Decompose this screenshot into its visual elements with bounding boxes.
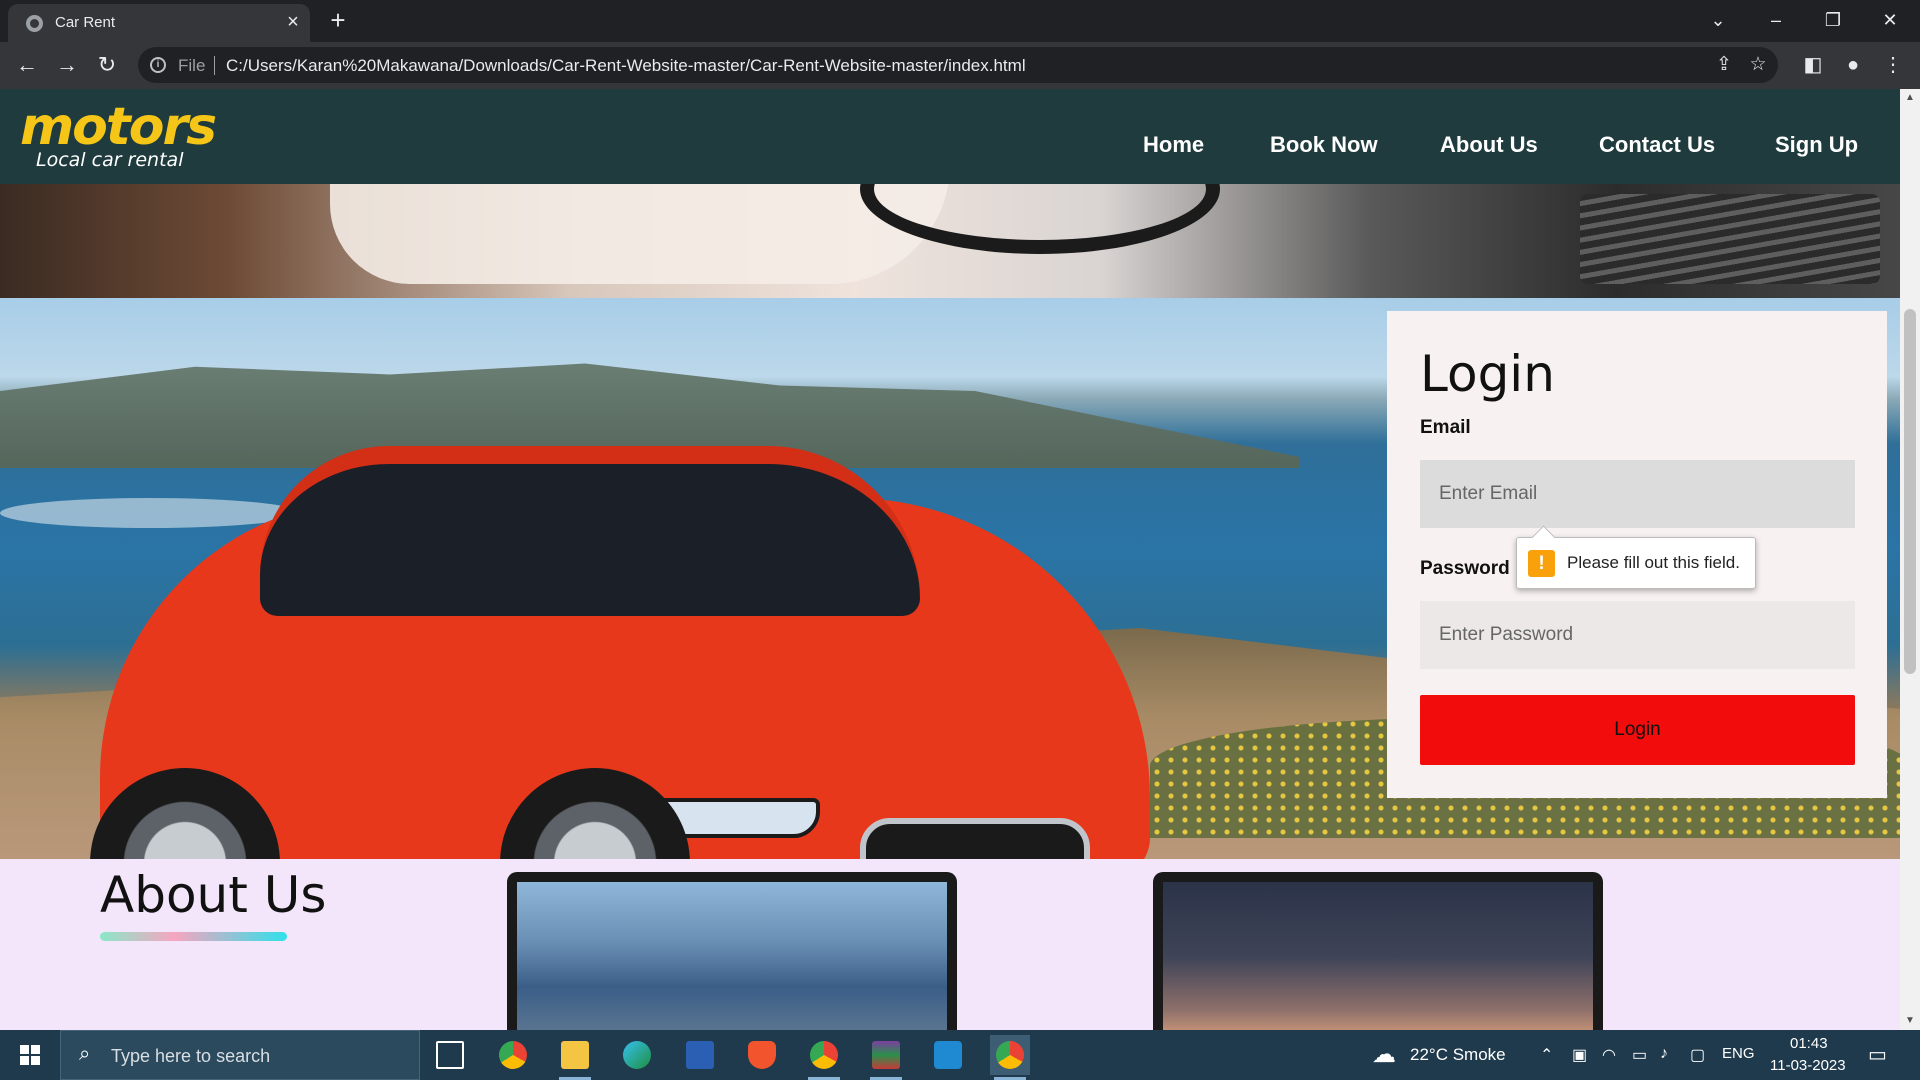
back-icon[interactable]: ←	[12, 50, 42, 80]
nav-contact-us[interactable]: Contact Us	[1599, 132, 1715, 158]
driver-interior-image	[0, 184, 1900, 298]
nav-home[interactable]: Home	[1143, 132, 1204, 158]
warning-icon: !	[1528, 550, 1555, 577]
tab-search-icon[interactable]: ⌄	[1698, 6, 1738, 34]
tab-title: Car Rent	[55, 14, 116, 31]
about-title: About Us	[100, 866, 327, 924]
meet-icon[interactable]: ▣	[1572, 1045, 1587, 1065]
validation-message: Please fill out this field.	[1567, 553, 1740, 572]
language-indicator[interactable]: ENG	[1722, 1045, 1755, 1062]
site-tagline: Local car rental	[36, 149, 184, 171]
file-explorer-icon[interactable]	[555, 1035, 595, 1080]
browser-tab-bar: Car Rent × + ⌄ – ❐ ✕	[0, 0, 1920, 42]
browser-toolbar: ← → ↻ i File C:/Users/Karan%20Makawana/D…	[0, 42, 1920, 89]
page-scrollbar[interactable]: ▲ ▼	[1900, 89, 1920, 1030]
word-icon[interactable]	[680, 1035, 720, 1075]
vscode-icon[interactable]	[928, 1035, 968, 1075]
search-icon: ⌕	[79, 1043, 91, 1065]
password-field[interactable]	[1420, 601, 1855, 669]
restore-button[interactable]: ❐	[1813, 6, 1853, 34]
wifi-icon[interactable]: ◠	[1602, 1045, 1616, 1065]
about-underline	[100, 932, 287, 941]
password-label: Password	[1420, 558, 1510, 579]
forward-icon[interactable]: →	[52, 50, 82, 80]
volume-icon[interactable]: ♪	[1660, 1045, 1668, 1063]
page-viewport: motors Local car rental Home Book Now Ab…	[0, 89, 1900, 1030]
browser-tab[interactable]: Car Rent ×	[8, 4, 310, 42]
url-scheme: File	[178, 56, 206, 75]
address-bar[interactable]: i File C:/Users/Karan%20Makawana/Downloa…	[138, 47, 1778, 83]
scroll-up-icon[interactable]: ▲	[1900, 89, 1920, 107]
profile-icon[interactable]: ●	[1840, 52, 1866, 78]
taskbar-search-placeholder: Type here to search	[111, 1046, 271, 1066]
about-image-frame	[507, 872, 957, 1030]
share-icon[interactable]: ⇪	[1712, 53, 1736, 77]
reload-icon[interactable]: ↻	[92, 50, 122, 80]
url-text[interactable]: C:/Users/Karan%20Makawana/Downloads/Car-…	[226, 56, 1026, 76]
nav-about-us[interactable]: About Us	[1440, 132, 1538, 158]
globe-icon	[26, 15, 43, 32]
chrome-profile-icon[interactable]	[804, 1035, 844, 1080]
site-header: motors Local car rental Home Book Now Ab…	[0, 89, 1900, 184]
menu-icon[interactable]: ⋮	[1880, 52, 1906, 78]
new-tab-button[interactable]: +	[324, 6, 352, 34]
login-card: Login Email Password Login ! Please fill…	[1387, 311, 1887, 798]
nav-book-now[interactable]: Book Now	[1270, 132, 1378, 158]
screen: Car Rent × + ⌄ – ❐ ✕ ← → ↻ i File C:/Use…	[0, 0, 1920, 1080]
about-section: About Us	[0, 859, 1900, 1030]
chrome-icon[interactable]	[493, 1035, 533, 1075]
info-icon[interactable]: i	[150, 57, 166, 73]
windows-taskbar: ⌕ Type here to search ☁ 22°C Smoke ⌃ ▣ ◠…	[0, 1030, 1920, 1080]
url-divider	[214, 56, 215, 75]
brave-icon[interactable]	[742, 1035, 782, 1075]
weather-text[interactable]: 22°C Smoke	[1410, 1045, 1506, 1065]
weather-icon[interactable]: ☁	[1372, 1040, 1396, 1069]
nav-sign-up[interactable]: Sign Up	[1775, 132, 1858, 158]
validation-tooltip: ! Please fill out this field.	[1516, 537, 1756, 589]
site-logo[interactable]: motors	[20, 97, 217, 157]
scroll-thumb[interactable]	[1904, 309, 1916, 674]
battery-icon[interactable]: ▭	[1632, 1045, 1647, 1065]
winrar-icon[interactable]	[866, 1035, 906, 1080]
notification-icon[interactable]: ▭	[1868, 1042, 1887, 1067]
minimize-button[interactable]: –	[1756, 6, 1796, 34]
login-button[interactable]: Login	[1420, 695, 1855, 765]
login-title: Login	[1420, 345, 1555, 403]
email-label: Email	[1420, 417, 1471, 438]
taskbar-search[interactable]: ⌕ Type here to search	[60, 1030, 420, 1080]
display-icon[interactable]: ▢	[1690, 1045, 1705, 1065]
scroll-down-icon[interactable]: ▼	[1900, 1012, 1920, 1030]
clock-date[interactable]: 11-03-2023	[1770, 1057, 1846, 1074]
chrome-active-icon[interactable]	[990, 1035, 1030, 1080]
side-panel-icon[interactable]: ◧	[1800, 52, 1826, 78]
close-window-button[interactable]: ✕	[1870, 6, 1910, 34]
edge-icon[interactable]	[617, 1035, 657, 1075]
email-field[interactable]	[1420, 460, 1855, 528]
windows-start-icon[interactable]	[0, 1030, 60, 1080]
close-tab-icon[interactable]: ×	[282, 11, 304, 33]
bookmark-star-icon[interactable]: ☆	[1746, 53, 1770, 77]
about-image-frame	[1153, 872, 1603, 1030]
chevron-up-icon[interactable]: ⌃	[1540, 1045, 1553, 1065]
clock-time[interactable]: 01:43	[1790, 1035, 1828, 1052]
task-view-icon[interactable]	[430, 1035, 470, 1075]
